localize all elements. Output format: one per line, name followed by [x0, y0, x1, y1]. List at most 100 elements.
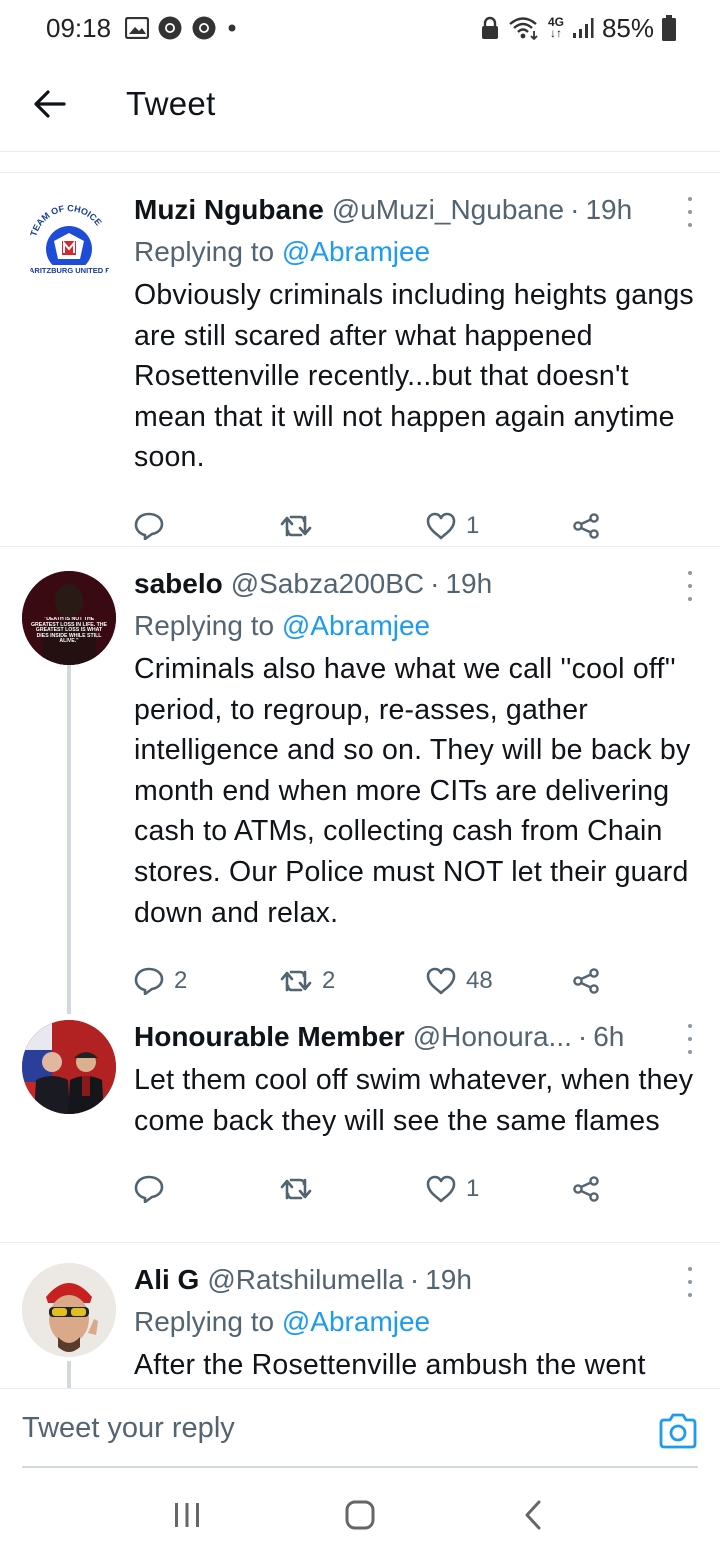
battery-icon	[662, 15, 676, 41]
tweet-time: 6h	[593, 1021, 625, 1052]
tweet-text: After the Rosettenville ambush the went	[134, 1349, 646, 1381]
share-button[interactable]	[572, 1175, 600, 1203]
mention-link[interactable]: @Abramjee	[282, 1306, 430, 1337]
replying-to: Replying to @Abramjee	[134, 1301, 696, 1343]
avatar[interactable]: "DEATH IS NOT THE GREATEST LOSS IN LIFE.…	[22, 571, 116, 665]
user-handle[interactable]: @Honoura...	[413, 1016, 572, 1058]
back-icon	[525, 1500, 541, 1530]
tweet-time: 19h	[585, 194, 633, 225]
back-arrow-icon	[34, 89, 66, 118]
reply-underline	[22, 1466, 698, 1468]
system-nav-bar	[0, 1470, 720, 1560]
more-options-icon[interactable]	[686, 1024, 694, 1054]
user-name[interactable]: sabelo	[134, 563, 223, 605]
tweet-time: 19h	[445, 568, 493, 599]
tweet-card[interactable]: "DEATH IS NOT THE GREATEST LOSS IN LIFE.…	[0, 547, 720, 1014]
retweet-icon	[280, 970, 312, 992]
back-nav-button[interactable]	[503, 1485, 563, 1545]
app-header: Tweet	[0, 56, 720, 152]
like-count: 1	[466, 1175, 480, 1203]
tweet-header: sabelo @Sabza200BC · 19h	[134, 563, 696, 605]
share-button[interactable]	[572, 967, 600, 995]
chrome-icon	[192, 16, 216, 40]
home-button[interactable]	[330, 1485, 390, 1545]
gallery-icon	[125, 17, 150, 39]
mention-link[interactable]: @Abramjee	[282, 610, 430, 641]
mention-link[interactable]: @Abramjee	[282, 236, 430, 267]
page-title: Tweet	[126, 84, 216, 122]
heart-icon	[426, 1175, 456, 1203]
reply-icon	[134, 1175, 164, 1204]
avatar-logo-text-bottom: MARITZBURG UNITED FC	[23, 266, 116, 275]
user-handle[interactable]: @uMuzi_Ngubane	[332, 189, 564, 231]
back-button[interactable]	[0, 56, 100, 152]
user-name[interactable]: Muzi Ngubane	[134, 189, 324, 231]
dot-icon	[228, 24, 236, 32]
retweet-button[interactable]	[280, 513, 426, 539]
signal-icon	[572, 18, 594, 38]
share-icon	[573, 513, 599, 539]
heart-icon	[426, 967, 456, 995]
reply-icon	[134, 967, 164, 996]
replying-to: Replying to @Abramjee	[134, 605, 696, 647]
battery-percent: 85%	[601, 12, 654, 43]
retweet-button[interactable]	[280, 1176, 426, 1202]
reply-input[interactable]	[22, 1412, 582, 1445]
user-handle[interactable]: @Ratshilumella	[207, 1259, 404, 1301]
avatar[interactable]: TEAM OF CHOICE MARITZBURG UNITED FC	[22, 197, 116, 291]
tweet-text: Obviously criminals including heights ga…	[134, 279, 694, 474]
like-button[interactable]: 1	[426, 1175, 572, 1203]
retweet-button[interactable]: 2	[280, 967, 426, 995]
status-bar: 09:18 4G ↓↑ 85%	[0, 0, 720, 56]
recents-icon	[174, 1503, 199, 1527]
lock-icon	[481, 16, 498, 39]
replying-to: Replying to @Abramjee	[134, 231, 696, 273]
avatar[interactable]	[22, 1263, 116, 1357]
replying-prefix: Replying to	[134, 236, 275, 267]
share-icon	[573, 968, 599, 994]
wifi-icon	[509, 17, 538, 41]
camera-icon[interactable]	[658, 1413, 698, 1449]
heart-icon	[426, 512, 456, 540]
more-options-icon[interactable]	[686, 571, 694, 601]
like-button[interactable]: 1	[426, 512, 572, 540]
thread-line	[67, 665, 71, 1014]
separator: ·	[409, 1264, 420, 1295]
like-count: 1	[466, 511, 480, 539]
more-options-icon[interactable]	[686, 1267, 694, 1297]
user-name[interactable]: Ali G	[134, 1259, 199, 1301]
tweet-card[interactable]: Honourable Member @Honoura... · 6h Let t…	[0, 1000, 720, 1243]
separator: ·	[430, 568, 440, 599]
share-icon	[573, 1176, 599, 1202]
user-handle[interactable]: @Sabza200BC	[231, 563, 424, 605]
retweet-icon	[280, 515, 312, 537]
separator: ·	[570, 194, 580, 225]
share-button[interactable]	[572, 512, 600, 540]
avatar[interactable]	[22, 1020, 116, 1114]
tweet-header: Muzi Ngubane @uMuzi_Ngubane · 19h	[134, 189, 696, 231]
reply-button[interactable]	[134, 512, 280, 540]
like-button[interactable]: 48	[426, 967, 572, 995]
tweet-card[interactable]: TEAM OF CHOICE MARITZBURG UNITED FC Muzi…	[0, 173, 720, 547]
reply-button[interactable]	[134, 1175, 280, 1204]
reply-button[interactable]: 2	[134, 967, 280, 996]
like-count: 48	[466, 967, 493, 995]
reply-feed: TEAM OF CHOICE MARITZBURG UNITED FC Muzi…	[0, 172, 720, 1388]
tweet-actions: 1	[134, 1155, 696, 1223]
retweet-icon	[280, 1178, 312, 1200]
replying-prefix: Replying to	[134, 610, 275, 641]
tweet-text: Let them cool off swim whatever, when th…	[134, 1064, 694, 1137]
tweet-text: Criminals also have what we call ''cool …	[134, 653, 691, 929]
recents-button[interactable]	[157, 1485, 217, 1545]
more-options-icon[interactable]	[686, 197, 694, 227]
reply-count: 2	[174, 967, 188, 995]
status-time: 09:18	[46, 12, 112, 43]
user-name[interactable]: Honourable Member	[134, 1016, 405, 1058]
tweet-time: 19h	[425, 1264, 472, 1295]
chrome-icon	[158, 16, 182, 40]
thread-line	[67, 1361, 71, 1388]
network-type: 4G ↓↑	[547, 15, 564, 40]
retweet-count: 2	[322, 967, 336, 995]
tweet-card[interactable]: Ali G @Ratshilumella · 19h Replying to @…	[0, 1243, 720, 1388]
reply-bar	[0, 1388, 720, 1468]
